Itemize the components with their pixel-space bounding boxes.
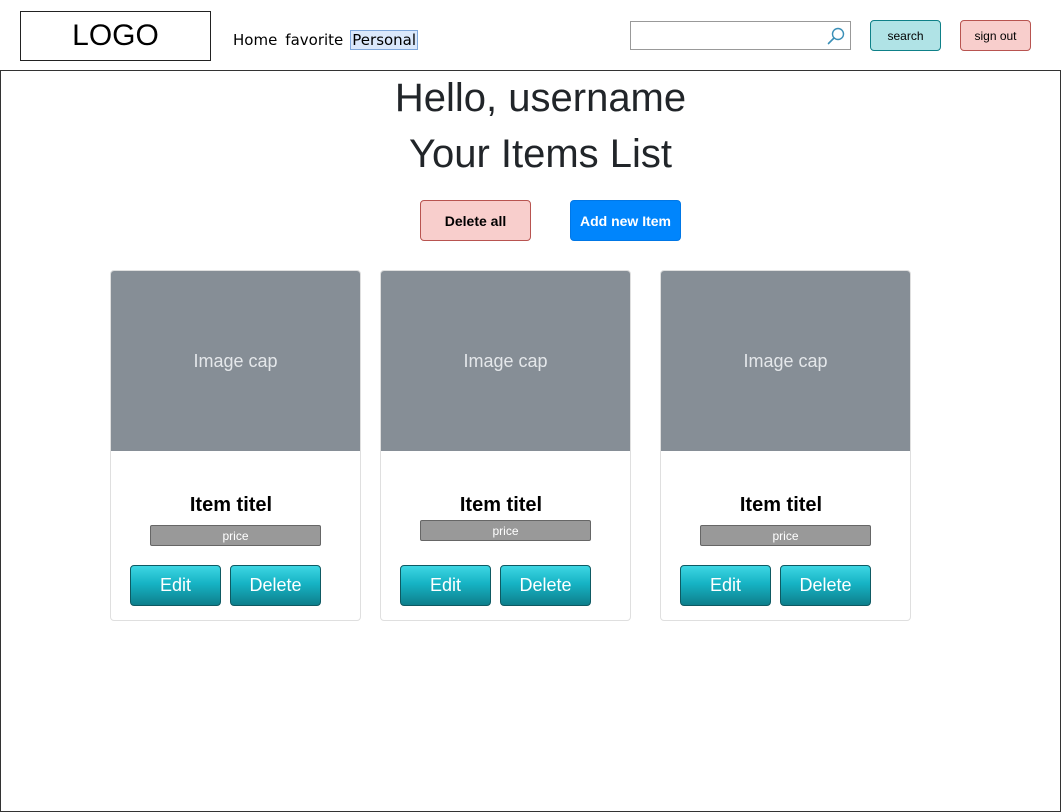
edit-button[interactable]: Edit [400, 565, 491, 606]
greeting-heading: Hello, username [394, 76, 687, 120]
logo[interactable]: LOGO [20, 11, 211, 61]
item-title: Item titel [189, 494, 273, 516]
nav-home[interactable]: Home [232, 30, 278, 50]
add-new-item-button[interactable]: Add new Item [570, 200, 681, 241]
image-cap: Image cap [381, 271, 630, 451]
search-input[interactable] [630, 21, 851, 50]
nav-favorite[interactable]: favorite [284, 30, 344, 50]
delete-button[interactable]: Delete [230, 565, 321, 606]
delete-button[interactable]: Delete [780, 565, 871, 606]
item-title: Item titel [459, 494, 543, 516]
page-title: Your Items List [408, 132, 673, 176]
item-card: Image cap Item titel price Edit Delete [110, 270, 361, 621]
item-title: Item titel [739, 494, 823, 516]
price-badge: price [420, 520, 591, 541]
image-cap: Image cap [111, 271, 360, 451]
sign-out-button[interactable]: sign out [960, 20, 1031, 51]
edit-button[interactable]: Edit [680, 565, 771, 606]
item-card: Image cap Item titel price Edit Delete [380, 270, 631, 621]
search-button[interactable]: search [870, 20, 941, 51]
main-nav: Home favorite Personal [232, 30, 419, 50]
top-navbar: LOGO Home favorite Personal search sign … [0, 0, 1061, 71]
delete-all-button[interactable]: Delete all [420, 200, 531, 241]
edit-button[interactable]: Edit [130, 565, 221, 606]
image-cap: Image cap [661, 271, 910, 451]
price-badge: price [150, 525, 321, 546]
item-card: Image cap Item titel price Edit Delete [660, 270, 911, 621]
magnifier-icon[interactable] [826, 26, 846, 46]
nav-personal[interactable]: Personal [350, 30, 419, 50]
price-badge: price [700, 525, 871, 546]
delete-button[interactable]: Delete [500, 565, 591, 606]
